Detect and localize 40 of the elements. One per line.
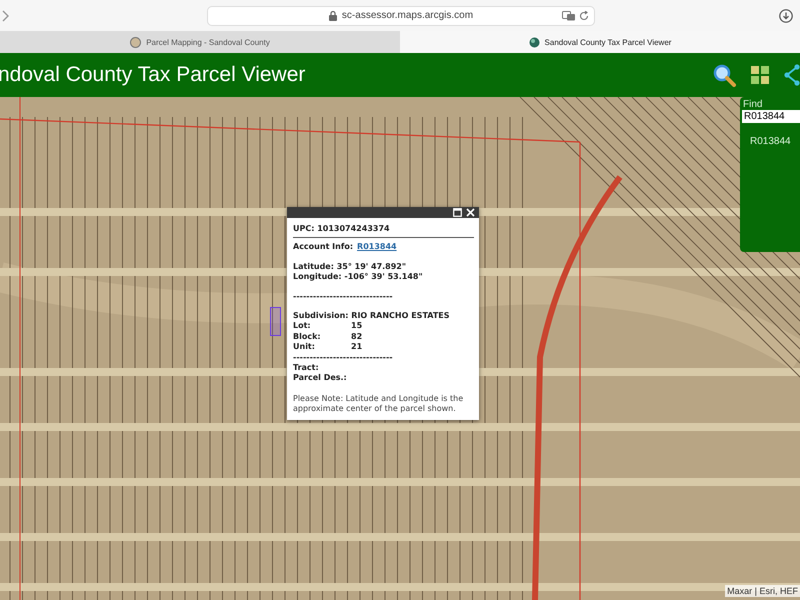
browser-tab[interactable]: Sandoval County Tax Parcel Viewer — [400, 31, 800, 53]
download-icon[interactable] — [779, 8, 793, 22]
coordinate-text: Latitude: 35° 19' 47.892" — [293, 262, 408, 272]
field-label: Unit: — [293, 342, 316, 353]
favicon-icon — [130, 36, 142, 48]
browser-tab[interactable]: Parcel Mapping - Sandoval County — [0, 31, 400, 53]
separator-text: ------------------------------ — [293, 352, 394, 364]
field-label: Tract: — [293, 363, 320, 374]
tab-label: Parcel Mapping - Sandoval County — [146, 38, 270, 46]
map-attribution: Maxar | Esri, HEF — [725, 585, 800, 597]
field-label: Parcel Des.: — [293, 373, 348, 384]
field-value: 82 — [351, 332, 362, 342]
tab-label: Sandoval County Tax Parcel Viewer — [544, 38, 672, 46]
search-result[interactable]: R013844 — [750, 136, 791, 147]
translate-icon[interactable] — [562, 10, 576, 20]
account-link[interactable]: R013844 — [357, 242, 397, 253]
find-input-field[interactable]: R013844 — [742, 110, 800, 123]
upc-text: UPC: 1013074243374 — [293, 224, 391, 234]
close-icon[interactable] — [466, 208, 475, 217]
address-field[interactable]: sc-assessor.maps.arcgis.com — [207, 6, 595, 26]
forward-icon[interactable] — [2, 10, 10, 22]
find-label: Find — [743, 99, 764, 110]
separator-text: ------------------------------ — [293, 292, 394, 302]
reload-icon[interactable] — [579, 10, 589, 20]
field-label: Block: — [293, 332, 322, 342]
field-label: Lot: — [293, 321, 312, 332]
favicon-icon — [528, 36, 540, 48]
grid-icon[interactable] — [750, 65, 770, 85]
selected-parcel-outline — [270, 307, 281, 336]
subdivision-text: Subdivision: RIO RANCHO ESTATES — [293, 311, 451, 322]
url-text: sc-assessor.maps.arcgis.com — [342, 10, 474, 21]
field-value: 15 — [351, 321, 362, 332]
field-value: 21 — [351, 342, 362, 353]
maximize-icon[interactable] — [453, 208, 462, 217]
share-icon[interactable] — [784, 64, 800, 86]
search-icon[interactable] — [712, 63, 736, 87]
lock-icon — [328, 10, 337, 20]
account-label: Account Info: — [293, 242, 354, 253]
note-text: Please Note: Latitude and Longitude is the approximate center of the parcel shown. — [293, 394, 464, 414]
coordinate-text: Longitude: -106° 39' 53.148" — [293, 272, 424, 283]
